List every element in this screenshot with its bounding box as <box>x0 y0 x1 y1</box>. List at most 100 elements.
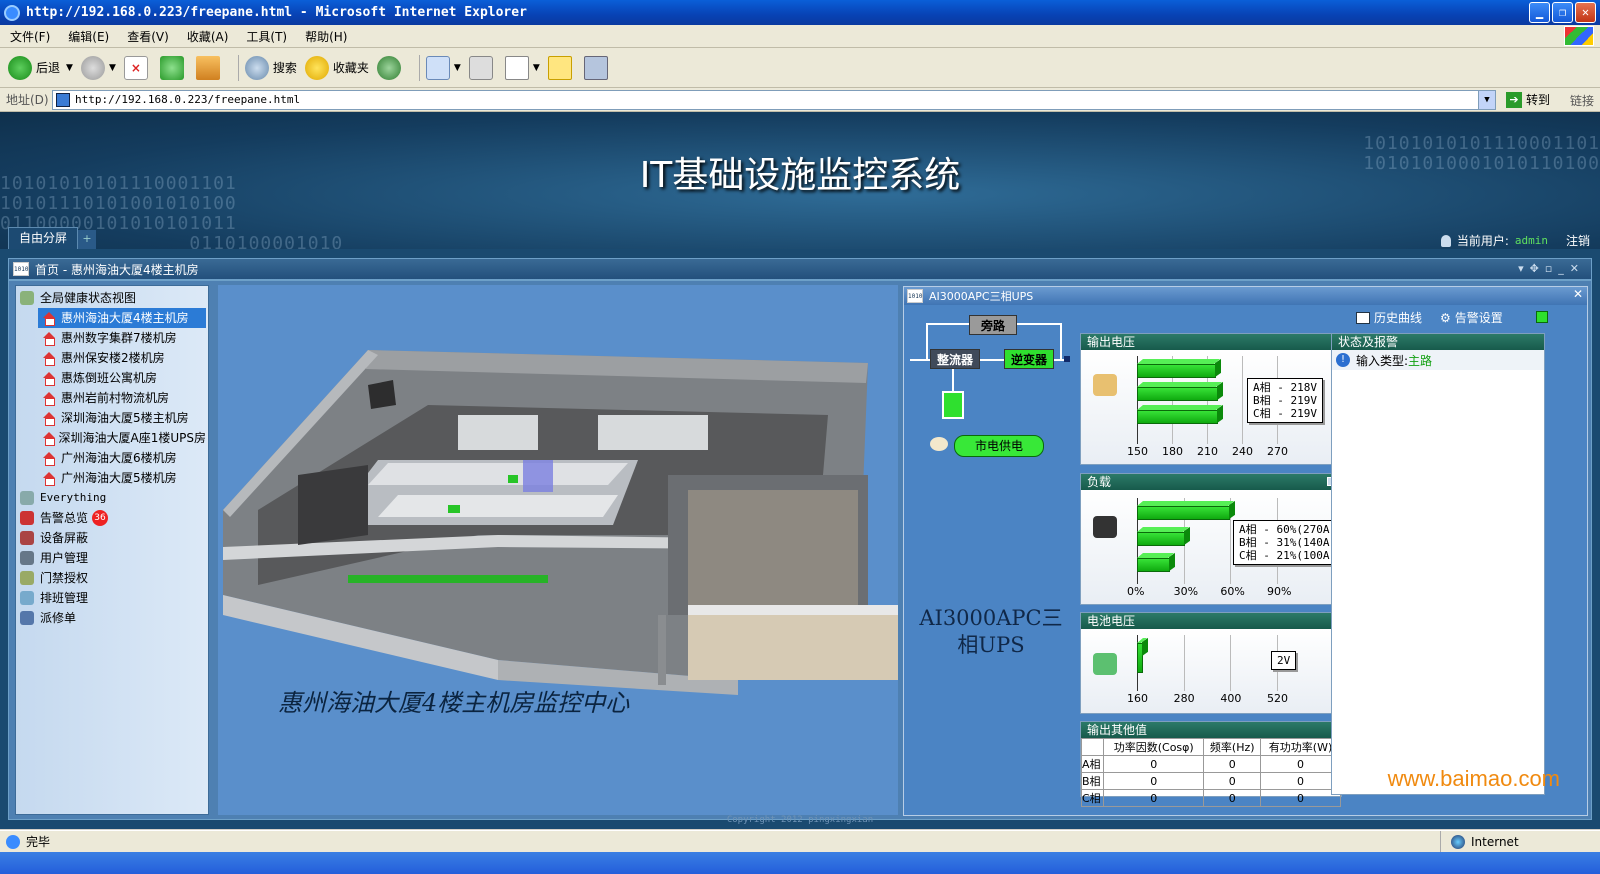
go-button[interactable]: ➔ 转到 <box>1506 91 1550 108</box>
ups-panel: 1010 AI3000APC三相UPS ✕ 旁路 整流器 逆变器 市电供电 AI… <box>903 286 1588 816</box>
output-voltage-chart: 150 180 210 240 270 A相 - 218V B相 - 219V C相 - … <box>1081 350 1341 464</box>
alarm-icon <box>20 511 34 525</box>
refresh-icon <box>159 55 184 80</box>
chart-tick-label: 210 <box>1197 445 1218 458</box>
wrench-icon <box>20 611 34 625</box>
copyright: Copyright 2012 pingxingxian <box>726 815 874 825</box>
maximize-button[interactable]: ❐ <box>1552 2 1573 23</box>
favorites-button[interactable]: 收藏夹 <box>304 55 369 80</box>
battery-voltage-chart: 160 280 400 520 2V <box>1081 629 1341 713</box>
nav-menu-item[interactable]: 排班管理 <box>20 588 88 608</box>
chart-icon <box>1356 311 1370 324</box>
tree-room-item[interactable]: 深圳海油大厦5楼主机房 <box>38 408 206 428</box>
chart-tick-label: 160 <box>1127 692 1148 705</box>
menu-view[interactable]: 查看(V) <box>119 28 177 45</box>
add-tab-button[interactable]: + <box>78 230 96 249</box>
address-input[interactable]: http://192.168.0.223/freepane.html ▼ <box>52 90 1496 110</box>
links-label[interactable]: 链接 <box>1570 92 1594 109</box>
bypass-box[interactable]: 旁路 <box>969 315 1017 335</box>
mains-power-badge[interactable]: 市电供电 <box>954 435 1044 457</box>
tree-room-item[interactable]: 惠州数字集群7楼机房 <box>38 328 206 348</box>
table-row: A相 0 0 0 <box>1081 755 1341 773</box>
phase-cell: A相 <box>1081 755 1104 773</box>
rectifier-box[interactable]: 整流器 <box>930 349 980 369</box>
menu-help[interactable]: 帮助(H) <box>297 28 355 45</box>
tree-room-item[interactable]: 惠州海油大厦4楼主机房 <box>38 308 206 328</box>
ie-logo-icon <box>4 4 20 21</box>
printer-icon <box>468 55 493 80</box>
menu-tools[interactable]: 工具(T) <box>238 28 295 45</box>
chart-tick-label: 240 <box>1232 445 1253 458</box>
nav-menu-item[interactable]: 告警总览 36 <box>20 508 109 528</box>
ups-panel-title: AI3000APC三相UPS <box>929 290 1034 303</box>
address-dropdown-icon[interactable]: ▼ <box>1478 91 1495 109</box>
window-title: http://192.168.0.223/freepane.html - Mic… <box>26 5 527 20</box>
output-voltage-title: 输出电压 <box>1081 334 1341 350</box>
edit-button[interactable]: ▼ <box>504 55 540 80</box>
user-area: 当前用户: admin 注销 <box>1440 232 1590 249</box>
messenger-button[interactable] <box>583 55 612 80</box>
shield-icon <box>20 531 34 545</box>
history-button[interactable] <box>376 55 405 80</box>
mail-button[interactable]: ▼ <box>425 55 461 80</box>
chart-bar <box>1137 506 1231 520</box>
calendar-icon <box>20 591 34 605</box>
tree-room-item[interactable]: 惠炼倒班公寓机房 <box>38 368 206 388</box>
ups-close-icon[interactable]: ✕ <box>1573 287 1583 301</box>
discuss-button[interactable] <box>547 55 576 80</box>
nav-menu-item[interactable]: 门禁授权 <box>20 568 88 588</box>
status-text: 完毕 <box>26 835 51 849</box>
nav-menu-item[interactable]: 派修单 <box>20 608 76 628</box>
alarm-settings-link[interactable]: ⚙ 告警设置 <box>1440 309 1503 326</box>
home-button[interactable] <box>195 55 224 80</box>
watermark: www.baimao.com <box>1387 766 1560 791</box>
forward-button[interactable]: ▼ <box>80 55 116 80</box>
tree-room-item[interactable]: 广州海油大厦5楼机房 <box>38 468 206 488</box>
chart-gridline <box>1242 356 1243 444</box>
tab-free-split[interactable]: 自由分屏 <box>8 227 79 249</box>
refresh-button[interactable] <box>159 55 188 80</box>
current-user-label: 当前用户: <box>1456 234 1509 248</box>
history-icon <box>376 55 401 80</box>
value-cell: 0 <box>1102 772 1205 790</box>
chart-bar <box>1137 558 1170 572</box>
minimize-button[interactable]: ▁ <box>1529 2 1550 23</box>
value-cell: 0 <box>1102 755 1205 773</box>
tree-room-item[interactable]: 深圳海油大厦A座1楼UPS房 <box>38 428 206 448</box>
tree-room-item[interactable]: 惠州保安楼2楼机房 <box>38 348 206 368</box>
status-row: ! 输入类型: 主路 <box>1332 350 1544 370</box>
menu-file[interactable]: 文件(F) <box>2 28 58 45</box>
status-alarm-title: 状态及报警 <box>1332 334 1544 350</box>
nav-menu-item[interactable]: 用户管理 <box>20 548 88 568</box>
plug-icon <box>1093 374 1117 396</box>
load-title: 负载 <box>1081 474 1341 490</box>
close-button[interactable]: ✕ <box>1575 2 1596 23</box>
frame-title: 首页 - 惠州海油大厦4楼主机房 <box>35 262 199 277</box>
value-cell: 0 <box>1260 789 1341 807</box>
back-button[interactable]: 后退 ▼ <box>8 55 73 80</box>
tree-root[interactable]: 全局健康状态视图 <box>20 288 136 308</box>
value-cell: 0 <box>1203 755 1262 773</box>
frame-header: 1010 首页 - 惠州海油大厦4楼主机房 ▾✥▫_✕ <box>8 258 1592 280</box>
stop-button[interactable]: × <box>123 55 152 80</box>
nav-menu-item[interactable]: 设备屏蔽 <box>20 528 88 548</box>
battery-voltage-panel: 电池电压 160 280 400 520 2V <box>1080 612 1342 714</box>
frame-controls[interactable]: ▾✥▫_✕ <box>1518 262 1585 275</box>
status-value: 主路 <box>1408 353 1433 368</box>
inverter-box[interactable]: 逆变器 <box>1004 349 1054 369</box>
history-curve-link[interactable]: 历史曲线 <box>1356 309 1422 326</box>
menu-edit[interactable]: 编辑(E) <box>60 28 117 45</box>
room-3d-view[interactable]: 惠州海油大厦4楼主机房监控中心 <box>218 285 898 815</box>
tree-room-item[interactable]: 广州海油大厦6楼机房 <box>38 448 206 468</box>
house-icon <box>42 312 56 326</box>
status-alarm-panel: 状态及报警 ! 输入类型: 主路 <box>1331 333 1545 795</box>
address-bar: 地址(D) http://192.168.0.223/freepane.html… <box>0 88 1600 112</box>
logout-link[interactable]: 注销 <box>1566 232 1590 249</box>
output-voltage-panel: 输出电压 150 180 210 240 270 A相 - 218V B相 - 219V … <box>1080 333 1342 465</box>
menu-favorites[interactable]: 收藏(A) <box>179 28 237 45</box>
nav-menu-item[interactable]: Everything <box>20 488 106 508</box>
search-button[interactable]: 搜索 <box>244 55 297 80</box>
house-icon <box>42 372 56 386</box>
tree-room-item[interactable]: 惠州岩前村物流机房 <box>38 388 206 408</box>
print-button[interactable] <box>468 55 497 80</box>
